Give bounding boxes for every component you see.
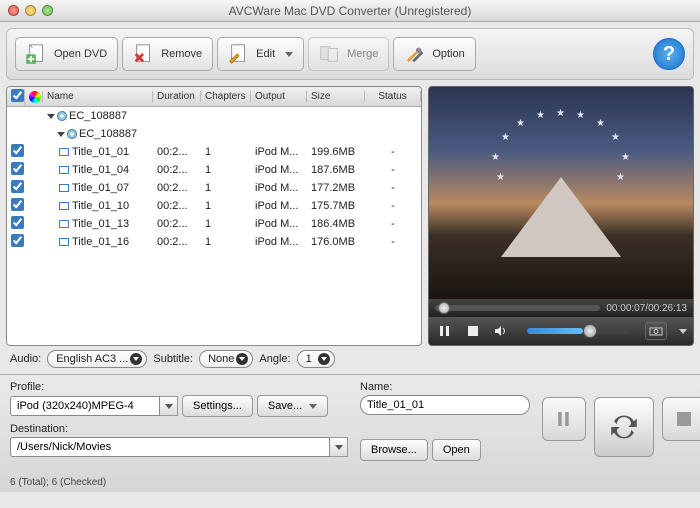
col-chapters[interactable]: Chapters xyxy=(201,91,251,102)
dropdown-arrow-icon xyxy=(309,404,317,409)
destination-field[interactable] xyxy=(10,437,330,457)
title-row[interactable]: Title_01_1000:2...1iPod M...175.7MB- xyxy=(7,197,421,215)
stop-conv-button[interactable] xyxy=(662,397,700,441)
row-check[interactable] xyxy=(11,198,24,211)
list-header: Name Duration Chapters Output Size Statu… xyxy=(7,87,421,107)
col-duration[interactable]: Duration xyxy=(153,91,201,102)
subtitle-select[interactable]: None xyxy=(199,350,253,368)
profile-dropdown[interactable] xyxy=(160,396,178,416)
col-status[interactable]: Status xyxy=(365,91,421,102)
titlebar: AVCWare Mac DVD Converter (Unregistered) xyxy=(0,0,700,22)
title-row[interactable]: Title_01_0700:2...1iPod M...177.2MB- xyxy=(7,179,421,197)
bottom-panel: Profile: Settings... Save... Destination… xyxy=(0,374,700,492)
film-icon xyxy=(59,148,69,156)
convert-button[interactable] xyxy=(594,397,654,457)
preview-panel: ★★ ★★ ★★ ★★ ★ ★★ 00:00:07/00:26:13 xyxy=(428,86,694,346)
option-button[interactable]: Option xyxy=(393,37,475,71)
browse-button[interactable]: Browse... xyxy=(360,439,428,461)
remove-button[interactable]: Remove xyxy=(122,37,213,71)
film-icon xyxy=(59,220,69,228)
color-column xyxy=(25,91,43,103)
open-dvd-button[interactable]: Open DVD xyxy=(15,37,118,71)
snapshot-button[interactable] xyxy=(645,322,667,340)
pause-button[interactable] xyxy=(435,321,455,341)
angle-label: Angle: xyxy=(259,353,290,365)
dropdown-arrow-icon xyxy=(285,52,293,57)
stop-button[interactable] xyxy=(463,321,483,341)
color-wheel-icon xyxy=(29,91,41,103)
save-profile-button[interactable]: Save... xyxy=(257,395,328,417)
seek-handle[interactable] xyxy=(438,302,450,314)
popup-icon xyxy=(130,353,142,365)
player-controls xyxy=(429,317,693,345)
audio-select[interactable]: English AC3 ... xyxy=(47,350,147,368)
seek-bar-row: 00:00:07/00:26:13 xyxy=(429,299,693,317)
row-check[interactable] xyxy=(11,144,24,157)
col-output[interactable]: Output xyxy=(251,91,307,102)
film-icon xyxy=(59,202,69,210)
film-icon xyxy=(59,184,69,192)
snapshot-menu[interactable] xyxy=(679,329,687,334)
title-row[interactable]: Title_01_1300:2...1iPod M...186.4MB- xyxy=(7,215,421,233)
profile-label: Profile: xyxy=(10,381,348,393)
col-size[interactable]: Size xyxy=(307,91,365,102)
row-check[interactable] xyxy=(11,180,24,193)
destination-dropdown[interactable] xyxy=(330,437,348,457)
option-icon xyxy=(404,43,426,65)
edit-button[interactable]: Edit xyxy=(217,37,304,71)
disc-root-row[interactable]: EC_108887 xyxy=(7,107,421,125)
volume-handle[interactable] xyxy=(583,324,597,338)
toolbar: Open DVD Remove Edit Merge Option ? xyxy=(6,28,694,80)
subtitle-label: Subtitle: xyxy=(153,353,193,365)
open-dvd-label: Open DVD xyxy=(54,48,107,60)
popup-icon xyxy=(236,353,248,365)
remove-label: Remove xyxy=(161,48,202,60)
film-icon xyxy=(59,238,69,246)
title-row[interactable]: Title_01_1600:2...1iPod M...176.0MB- xyxy=(7,233,421,251)
volume-icon[interactable] xyxy=(491,321,511,341)
row-check[interactable] xyxy=(11,216,24,229)
name-field[interactable] xyxy=(360,395,530,415)
merge-icon xyxy=(319,43,341,65)
volume-slider[interactable] xyxy=(527,328,629,334)
profile-select[interactable] xyxy=(10,396,160,416)
name-label: Name: xyxy=(360,381,530,393)
open-dest-button[interactable]: Open xyxy=(432,439,481,461)
pause-conv-button[interactable] xyxy=(542,397,586,441)
video-preview[interactable]: ★★ ★★ ★★ ★★ ★ ★★ xyxy=(429,87,693,299)
merge-button[interactable]: Merge xyxy=(308,37,389,71)
settings-button[interactable]: Settings... xyxy=(182,395,253,417)
film-icon xyxy=(59,166,69,174)
popup-icon xyxy=(318,353,330,365)
title-row[interactable]: Title_01_0100:2...1iPod M...199.6MB- xyxy=(7,143,421,161)
time-display: 00:00:07/00:26:13 xyxy=(606,303,687,314)
logo-mountain xyxy=(501,177,621,257)
col-name[interactable]: Name xyxy=(43,91,153,102)
edit-icon xyxy=(228,43,250,65)
merge-label: Merge xyxy=(347,48,378,60)
row-check[interactable] xyxy=(11,234,24,247)
seek-bar[interactable] xyxy=(435,305,600,311)
title-list: Name Duration Chapters Output Size Statu… xyxy=(6,86,422,346)
angle-select[interactable]: 1 xyxy=(297,350,335,368)
edit-label: Edit xyxy=(256,48,275,60)
audio-label: Audio: xyxy=(10,353,41,365)
disc-sub-row[interactable]: EC_108887 xyxy=(7,125,421,143)
option-label: Option xyxy=(432,48,464,60)
window-title: AVCWare Mac DVD Converter (Unregistered) xyxy=(0,4,700,18)
help-button[interactable]: ? xyxy=(653,38,685,70)
open-dvd-icon xyxy=(26,43,48,65)
status-text: 6 (Total); 6 (Checked) xyxy=(10,477,106,488)
row-check[interactable] xyxy=(11,162,24,175)
stream-row: Audio: English AC3 ... Subtitle: None An… xyxy=(0,346,700,372)
destination-label: Destination: xyxy=(10,423,348,435)
title-row[interactable]: Title_01_0400:2...1iPod M...187.6MB- xyxy=(7,161,421,179)
check-all[interactable] xyxy=(7,89,25,105)
remove-icon xyxy=(133,43,155,65)
